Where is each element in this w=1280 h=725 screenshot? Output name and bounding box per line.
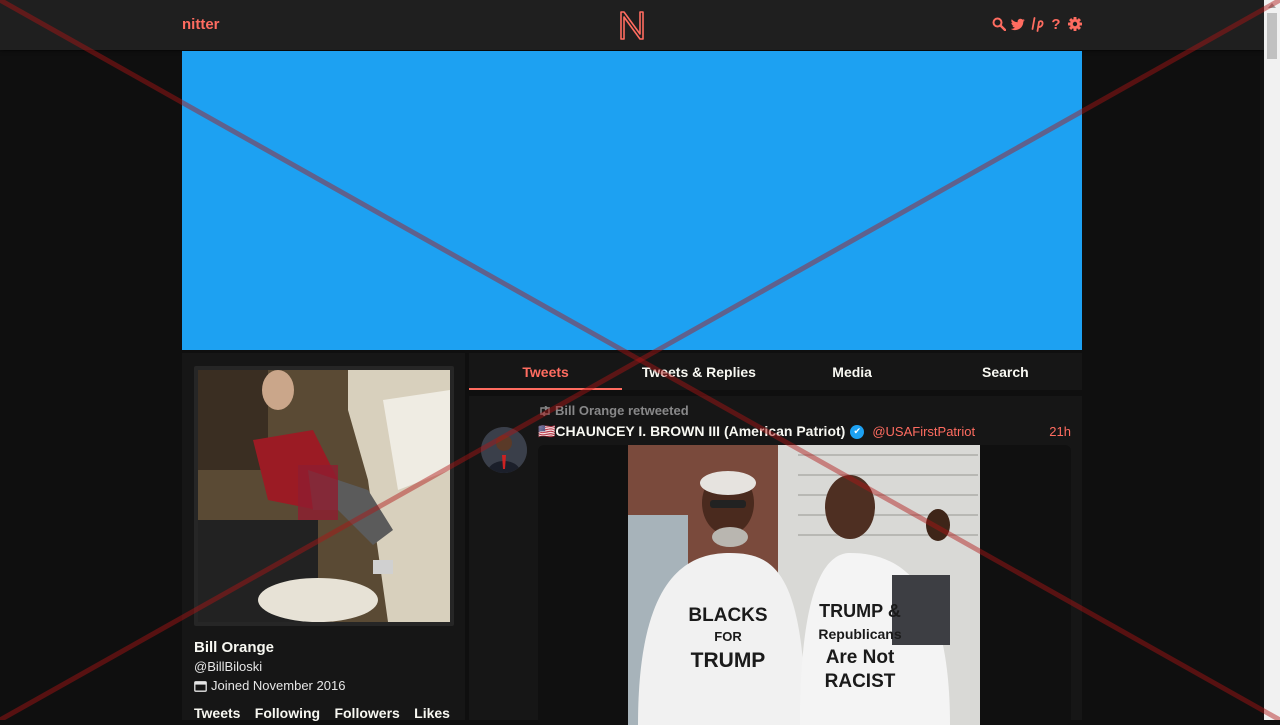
tweet-image[interactable]: BLACKS FOR TRUMP TRUMP & Republicans Are… [628,445,980,725]
twitter-bird-icon[interactable] [1011,15,1025,33]
search-icon[interactable] [992,15,1006,33]
stat-tweets[interactable]: Tweets [194,705,240,721]
profile-stats: Tweets Following Followers Likes [194,705,450,721]
shirt-text-line: BLACKS [688,605,767,626]
profile-username[interactable]: @BillBiloski [194,659,262,674]
profile-fullname[interactable]: Bill Orange [194,639,274,656]
tab-tweets-replies[interactable]: Tweets & Replies [622,353,775,390]
page-scrollbar[interactable] [1264,0,1280,720]
verified-badge-icon: ✔ [850,424,865,439]
shirt-text-line: Republicans [818,626,901,642]
tweet-header: 🇺🇸CHAUNCEY I. BROWN III (American Patrio… [538,423,1071,440]
tweet-attachment[interactable]: BLACKS FOR TRUMP TRUMP & Republicans Are… [538,445,1071,725]
lp-icon[interactable] [1030,15,1044,33]
stat-followers[interactable]: Followers [334,705,399,721]
tweet-date[interactable]: 21h [1049,424,1071,439]
timeline-item[interactable]: Bill Orange retweeted 🇺🇸CHAUNCEY I. BROW… [469,396,1082,725]
settings-gear-icon[interactable] [1068,15,1082,33]
shirt-text-line: FOR [714,629,742,644]
calendar-icon [194,680,207,692]
tweet-avatar-photo [481,427,527,473]
profile-avatar[interactable] [194,366,454,626]
nitter-logo-icon[interactable] [617,8,647,42]
tweet-username[interactable]: @USAFirstPatriot [872,424,975,439]
tab-media[interactable]: Media [776,353,929,390]
profile-joindate: Joined November 2016 [194,678,345,693]
join-date-text: Joined November 2016 [211,678,346,693]
stat-likes[interactable]: Likes [414,705,450,721]
scroll-up-arrow-icon[interactable] [1268,3,1276,8]
help-icon[interactable]: ? [1049,15,1063,33]
nitter-home-link[interactable]: nitter [182,16,220,33]
tweet-avatar[interactable] [481,427,527,473]
profile-avatar-photo [198,370,450,622]
nav-icons: ? [992,15,1082,33]
stat-following[interactable]: Following [255,705,320,721]
scrollbar-thumb[interactable] [1267,13,1277,59]
shirt-text-line: RACIST [825,671,896,692]
timeline: Tweets Tweets & Replies Media Search Bil… [469,353,1082,725]
tab-search[interactable]: Search [929,353,1082,390]
tweet-fullname[interactable]: 🇺🇸CHAUNCEY I. BROWN III (American Patrio… [538,423,845,440]
retweet-header: Bill Orange retweeted [538,403,689,418]
shirt-text-line: TRUMP & [819,601,901,621]
top-navbar: nitter ? [0,0,1264,50]
shirt-text-line: TRUMP [691,649,766,672]
profile-banner[interactable] [182,51,1082,350]
retweet-text: Bill Orange retweeted [555,403,689,418]
profile-card: Bill Orange @BillBiloski Joined November… [182,353,465,721]
retweet-icon [540,405,550,416]
shirt-text-line: Are Not [826,647,895,668]
tab-tweets[interactable]: Tweets [469,353,623,390]
timeline-tabs: Tweets Tweets & Replies Media Search [469,353,1082,390]
